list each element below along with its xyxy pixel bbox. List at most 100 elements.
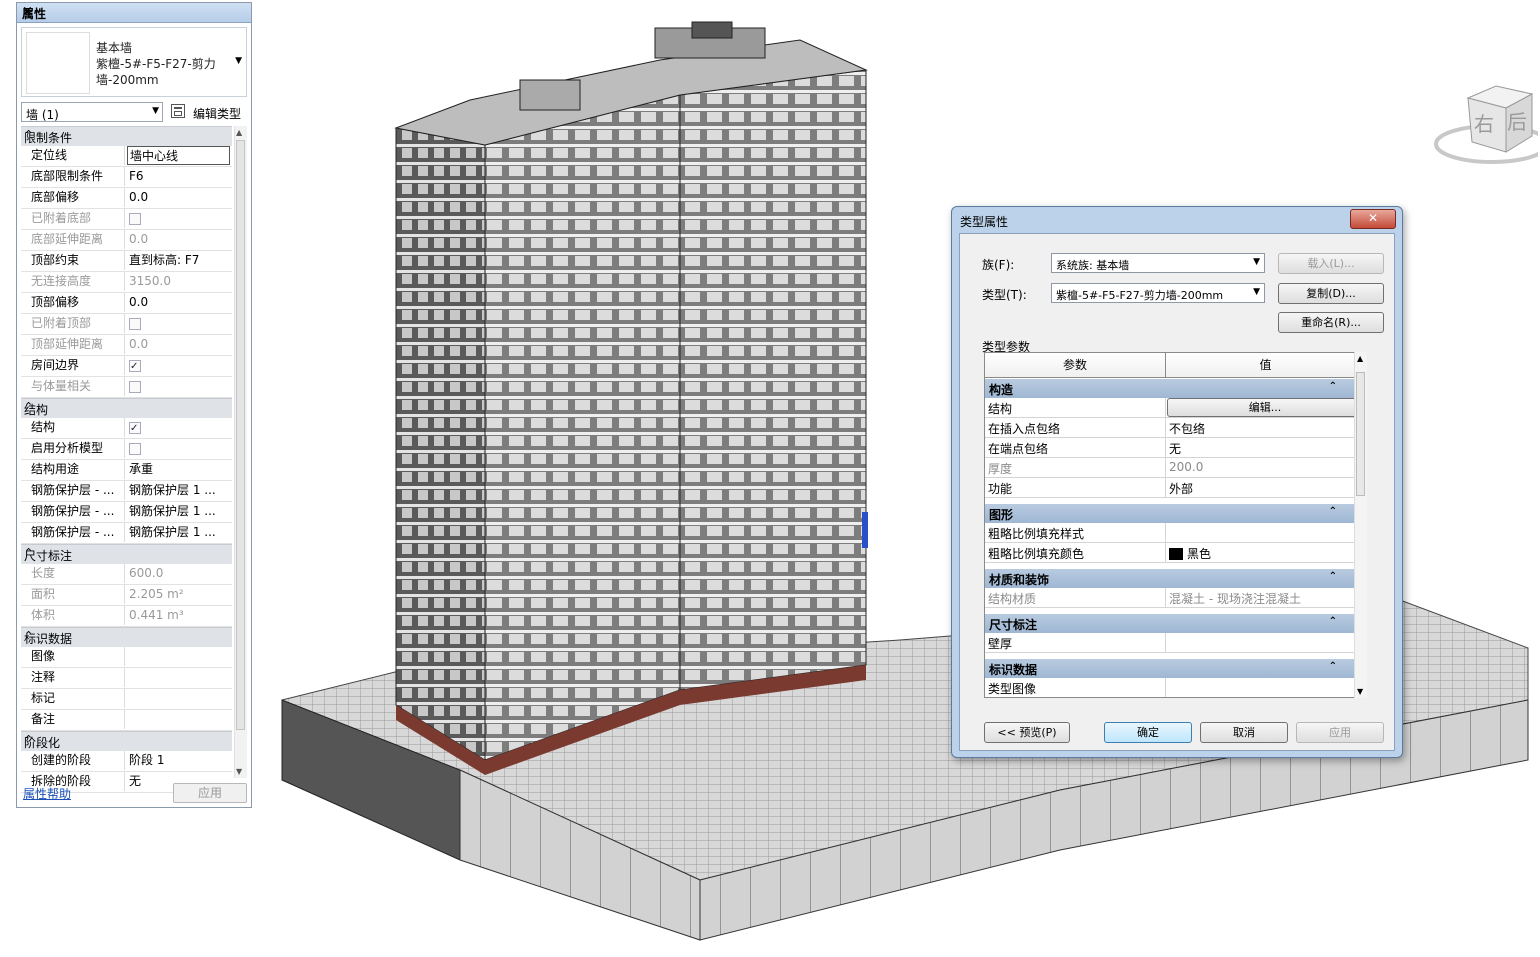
- type-combobox[interactable]: 紫檀-5#-F5-F27-剪力墙-200mm ▼: [1051, 283, 1265, 303]
- grid-scrollbar[interactable]: ▲ ▼: [1354, 352, 1367, 698]
- property-value[interactable]: 阶段 1: [127, 751, 230, 770]
- scroll-down-icon[interactable]: ▼: [1357, 687, 1363, 696]
- type-parameters-grid: 参数 值 构造 ⌃ 结构 编辑... 在插入点包络 不包络 在端点包络 无厚度 200.0 功能 外…: [984, 352, 1366, 698]
- properties-title-bar[interactable]: 属性 ×: [17, 3, 251, 23]
- property-row: 底部延伸距离 0.0: [21, 230, 232, 251]
- apply-button[interactable]: 应用: [1296, 722, 1384, 743]
- property-value[interactable]: [127, 418, 230, 437]
- chevron-down-icon: ▼: [152, 106, 159, 116]
- checkbox[interactable]: [129, 443, 141, 455]
- scroll-down-icon[interactable]: ▼: [236, 767, 242, 776]
- column-header-parameter[interactable]: 参数: [985, 353, 1166, 378]
- collapse-chevron-icon[interactable]: ⌃: [1329, 381, 1337, 392]
- parameter-group-header[interactable]: 图形 ⌃: [985, 503, 1365, 523]
- property-name: 已附着底部: [21, 209, 125, 228]
- property-group-header[interactable]: 尺寸标注 ⌃: [21, 544, 232, 564]
- preview-button[interactable]: << 预览(P): [984, 722, 1070, 743]
- parameter-row: 功能 外部: [985, 478, 1365, 498]
- scrollbar-thumb[interactable]: [236, 140, 245, 730]
- collapse-chevron-icon[interactable]: ⌃: [1329, 661, 1337, 672]
- parameter-name: 在插入点包络: [988, 422, 1061, 436]
- property-value[interactable]: [127, 356, 230, 375]
- checkbox[interactable]: [129, 357, 141, 375]
- property-name: 定位线: [21, 146, 125, 165]
- property-group-header[interactable]: 阶段化 ⌃: [21, 731, 232, 751]
- properties-help-link[interactable]: 属性帮助: [23, 785, 71, 802]
- cancel-button[interactable]: 取消: [1200, 722, 1288, 743]
- property-value[interactable]: [127, 647, 230, 666]
- instance-row: 墙 (1) ▼ 编辑类型: [21, 102, 247, 124]
- parameter-group-header[interactable]: 标识数据 ⌃: [985, 658, 1365, 678]
- edit-structure-button[interactable]: 编辑...: [1167, 398, 1363, 417]
- dialog-title: 类型属性: [960, 215, 1009, 229]
- property-name: 结构: [21, 418, 125, 437]
- parameter-value[interactable]: 不包络: [1169, 420, 1205, 437]
- viewcube[interactable]: 右 后: [1432, 82, 1540, 178]
- property-value[interactable]: [127, 668, 230, 687]
- property-value[interactable]: 0.0: [127, 293, 230, 312]
- load-button[interactable]: 载入(L)...: [1278, 253, 1384, 274]
- rename-button[interactable]: 重命名(R)...: [1278, 312, 1384, 333]
- property-value: 2.205 m²: [129, 587, 184, 601]
- type-family: 基本墙: [96, 41, 133, 55]
- viewcube-face-back[interactable]: 后: [1507, 106, 1527, 135]
- column-divider: [1165, 398, 1166, 418]
- parameter-value[interactable]: 无: [1169, 440, 1181, 457]
- collapse-chevron-icon[interactable]: ⌃: [1329, 506, 1337, 517]
- collapse-chevron-icon[interactable]: ⌃: [24, 400, 227, 413]
- properties-apply-button[interactable]: 应用: [173, 783, 247, 803]
- property-value[interactable]: 直到标高: F7: [127, 251, 230, 270]
- ok-button[interactable]: 确定: [1104, 722, 1192, 743]
- property-value[interactable]: F6: [127, 167, 230, 186]
- dialog-close-button[interactable]: ✕: [1350, 209, 1396, 229]
- property-name: 顶部偏移: [21, 293, 125, 312]
- property-value[interactable]: [127, 710, 230, 729]
- property-value[interactable]: 0.0: [127, 188, 230, 207]
- collapse-chevron-icon[interactable]: ⌃: [24, 128, 227, 141]
- viewcube-face-right[interactable]: 右: [1474, 108, 1494, 137]
- property-row: 房间边界: [21, 356, 232, 377]
- property-name: 钢筋保护层 - ...: [21, 502, 125, 521]
- property-value[interactable]: [127, 689, 230, 708]
- properties-scrollbar[interactable]: ▲ ▼: [234, 126, 247, 778]
- chevron-down-icon[interactable]: ▼: [235, 56, 242, 66]
- collapse-chevron-icon[interactable]: ⌃: [1329, 616, 1337, 627]
- property-group-header[interactable]: 标识数据 ⌃: [21, 627, 232, 647]
- instance-filter-dropdown[interactable]: 墙 (1) ▼: [21, 102, 163, 122]
- parameter-row: 在端点包络 无: [985, 438, 1365, 458]
- collapse-chevron-icon[interactable]: ⌃: [24, 629, 227, 642]
- column-header-value[interactable]: 值: [1166, 353, 1365, 378]
- property-group-header[interactable]: 限制条件 ⌃: [21, 126, 232, 146]
- scroll-up-icon[interactable]: ▲: [1357, 354, 1363, 363]
- parameter-value[interactable]: 黑色: [1169, 545, 1211, 562]
- color-swatch: [1169, 548, 1183, 560]
- checkbox[interactable]: [129, 419, 141, 437]
- property-value: 0.0: [129, 232, 149, 246]
- property-group-header[interactable]: 结构 ⌃: [21, 398, 232, 418]
- property-value[interactable]: 墙中心线: [127, 146, 230, 165]
- property-value[interactable]: 钢筋保护层 1 ...: [127, 502, 230, 521]
- property-row: 无连接高度 3150.0: [21, 272, 232, 293]
- property-value[interactable]: 钢筋保护层 1 ...: [127, 523, 230, 542]
- property-value[interactable]: 承重: [127, 460, 230, 479]
- type-name-line1: 紫檀-5#-F5-F27-剪力: [96, 57, 216, 71]
- parameter-group-header[interactable]: 构造 ⌃: [985, 378, 1365, 398]
- edit-type-button[interactable]: 编辑类型: [171, 102, 251, 122]
- parameter-group-header[interactable]: 尺寸标注 ⌃: [985, 613, 1365, 633]
- property-name: 底部偏移: [21, 188, 125, 207]
- close-icon[interactable]: ×: [22, 4, 246, 19]
- type-selector[interactable]: 基本墙 紫檀-5#-F5-F27-剪力 墙-200mm ▼: [21, 27, 247, 97]
- parameter-value[interactable]: 外部: [1169, 480, 1193, 497]
- property-row: 顶部偏移 0.0: [21, 293, 232, 314]
- parameter-group-header[interactable]: 材质和装饰 ⌃: [985, 568, 1365, 588]
- collapse-chevron-icon[interactable]: ⌃: [24, 733, 227, 746]
- collapse-chevron-icon[interactable]: ⌃: [1329, 571, 1337, 582]
- property-value[interactable]: 钢筋保护层 1 ...: [127, 481, 230, 500]
- scrollbar-thumb[interactable]: [1356, 372, 1365, 496]
- property-value[interactable]: [127, 439, 230, 458]
- property-row: 顶部约束 直到标高: F7: [21, 251, 232, 272]
- duplicate-button[interactable]: 复制(D)...: [1278, 283, 1384, 304]
- family-combobox[interactable]: 系统族: 基本墙 ▼: [1051, 253, 1265, 273]
- collapse-chevron-icon[interactable]: ⌃: [24, 546, 227, 559]
- scroll-up-icon[interactable]: ▲: [236, 128, 242, 137]
